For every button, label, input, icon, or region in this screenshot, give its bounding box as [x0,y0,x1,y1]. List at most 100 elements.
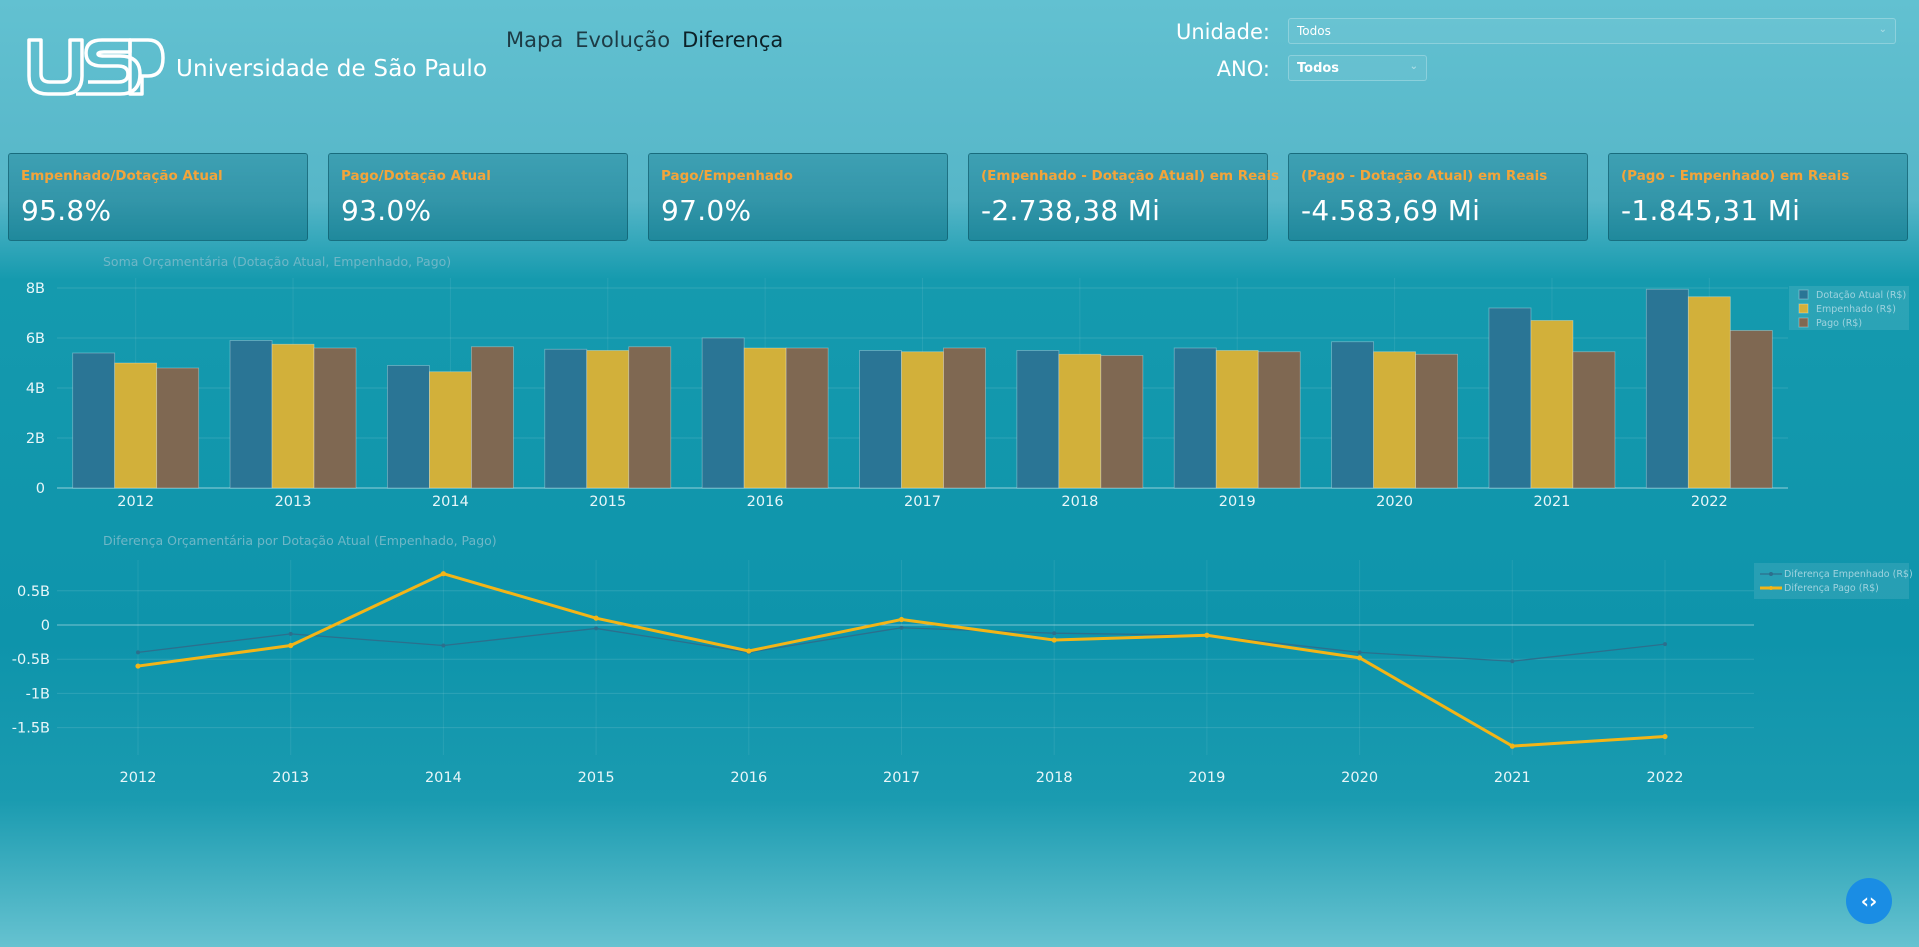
kpi-card-pago-dotacao: Pago/Dotação Atual 93.0% [328,153,628,241]
unidade-label: Unidade: [1175,20,1270,44]
bar-pago-2013 [313,347,357,489]
main-nav: Mapa Evolução Diferença [506,28,783,52]
bar-pago-2018 [1100,355,1144,489]
x-tick-label: 2015 [578,770,615,786]
point-dif_pago-2018 [1051,637,1057,643]
bar-empenhado-2019 [1215,350,1259,489]
unidade-selected-value: Todos [1297,24,1331,38]
ano-selected-value: Todos [1297,60,1340,76]
point-dif_empenhado-2022 [1663,642,1667,647]
legend-swatch-empenhado [1798,303,1809,314]
bar-dotacao-2014 [387,365,430,489]
bar-dotacao-2021 [1488,307,1532,489]
point-dif_empenhado-2014 [441,643,446,648]
line-chart-diferenca-orcamentaria: Diferença Orçamentária por Dotação Atual… [12,533,1913,786]
point-dif_pago-2017 [898,616,905,623]
legend-marker-dif_pago [1769,586,1773,590]
bar-chart-title: Soma Orçamentária (Dotação Atual, Empenh… [103,254,451,269]
bar-empenhado-2014 [429,371,472,489]
x-tick-label: 2021 [1534,494,1571,510]
ano-label: ANO: [1216,57,1270,81]
kpi-value: -4.583,69 Mi [1301,194,1481,227]
x-tick-label: 2020 [1376,494,1413,510]
point-dif_pago-2021 [1509,743,1515,749]
kpi-title: (Pago - Dotação Atual) em Reais [1301,168,1548,184]
bar-dotacao-2016 [701,337,745,489]
bar-pago-2012 [156,367,200,489]
bar-empenhado-2020 [1373,351,1416,489]
bar-pago-2017 [943,347,986,489]
x-tick-label: 2018 [1036,770,1073,786]
bar-chart-soma-orcamentaria: Soma Orçamentária (Dotação Atual, Empenh… [26,254,1909,510]
bar-pago-2022 [1729,330,1773,489]
point-dif_empenhado-2012 [136,650,140,655]
bar-empenhado-2015 [586,350,630,489]
x-tick-label: 2014 [432,494,469,510]
usp-logo [27,38,165,96]
x-tick-label: 2022 [1691,494,1728,510]
kpi-title: Empenhado/Dotação Atual [21,168,223,184]
bar-empenhado-2018 [1058,353,1102,489]
bar-chart-legend: Dotação Atual (R$) Empenhado (R$) Pago (R$… [1789,286,1909,330]
x-tick-label: 2017 [883,770,920,786]
unidade-select[interactable]: Todos ⌄ [1288,18,1896,44]
x-tick-label: 2012 [117,494,154,510]
x-tick-label: 2020 [1341,770,1378,786]
bar-pago-2021 [1572,351,1616,489]
bar-empenhado-2013 [271,343,315,489]
kpi-title: Pago/Empenhado [661,168,793,184]
bar-empenhado-2016 [743,347,787,489]
bar-empenhado-2021 [1530,320,1574,489]
point-dif_empenhado-2021 [1510,659,1515,664]
kpi-card-empenhado-menos-dotacao: (Empenhado - Dotação Atual) em Reais -2.… [968,153,1280,241]
chevron-down-icon: ⌄ [1409,61,1418,72]
bar-empenhado-2012 [114,362,158,489]
nav-evolucao[interactable]: Evolução [575,28,670,52]
kpi-title: (Empenhado - Dotação Atual) em Reais [981,168,1280,184]
x-tick-label: 2019 [1188,770,1225,786]
x-tick-label: 2015 [589,494,626,510]
bar-pago-2014 [471,346,514,489]
bar-pago-2015 [628,346,672,489]
point-dif_pago-2022 [1662,733,1668,740]
point-dif_pago-2014 [440,571,446,577]
line-chart-legend: Diferença Empenhado (R$) Diferença Pago (… [1754,563,1913,599]
legend-label-dotacao: Dotação Atual (R$) [1816,290,1906,301]
point-dif_pago-2015 [593,615,599,621]
legend-label-dif_pago: Diferença Pago (R$) [1784,583,1879,594]
point-dif_empenhado-2020 [1357,650,1362,655]
bar-dotacao-2017 [859,350,902,489]
x-tick-label: 2016 [730,770,767,786]
point-dif_pago-2013 [288,642,294,649]
legend-label-dif_empenhado: Diferença Empenhado (R$) [1784,569,1913,580]
bar-pago-2020 [1415,353,1458,489]
point-dif_empenhado-2013 [288,631,293,636]
nav-diferenca[interactable]: Diferença [682,28,783,52]
point-dif_empenhado-2017 [899,625,904,630]
x-tick-label: 2014 [425,770,462,786]
y-tick-label: 4B [26,381,45,397]
nav-mapa[interactable]: Mapa [506,28,563,52]
point-dif_empenhado-2018 [1052,631,1057,636]
kpi-value: 93.0% [341,194,432,227]
bar-dotacao-2013 [229,340,273,489]
bar-pago-2019 [1257,351,1301,489]
legend-label-pago: Pago (R$) [1816,318,1862,329]
x-tick-label: 2021 [1494,770,1531,786]
bar-empenhado-2022 [1687,296,1731,489]
kpi-value: 97.0% [661,194,752,227]
point-dif_pago-2019 [1204,632,1210,638]
point-dif_pago-2020 [1357,655,1363,661]
code-toggle-button[interactable]: ‹› [1846,878,1892,924]
y-tick-label: -1B [26,686,50,702]
legend-swatch-pago [1798,317,1809,328]
y-tick-label: 0 [36,481,45,497]
bar-dotacao-2019 [1173,347,1217,489]
x-tick-label: 2013 [272,770,309,786]
kpi-card-empenhado-dotacao: Empenhado/Dotação Atual 95.8% [8,153,308,241]
kpi-value: -1.845,31 Mi [1621,194,1801,227]
x-tick-label: 2019 [1219,494,1256,510]
ano-select[interactable]: Todos ⌄ [1288,55,1427,81]
bar-dotacao-2015 [544,348,588,489]
x-tick-label: 2012 [120,770,157,786]
